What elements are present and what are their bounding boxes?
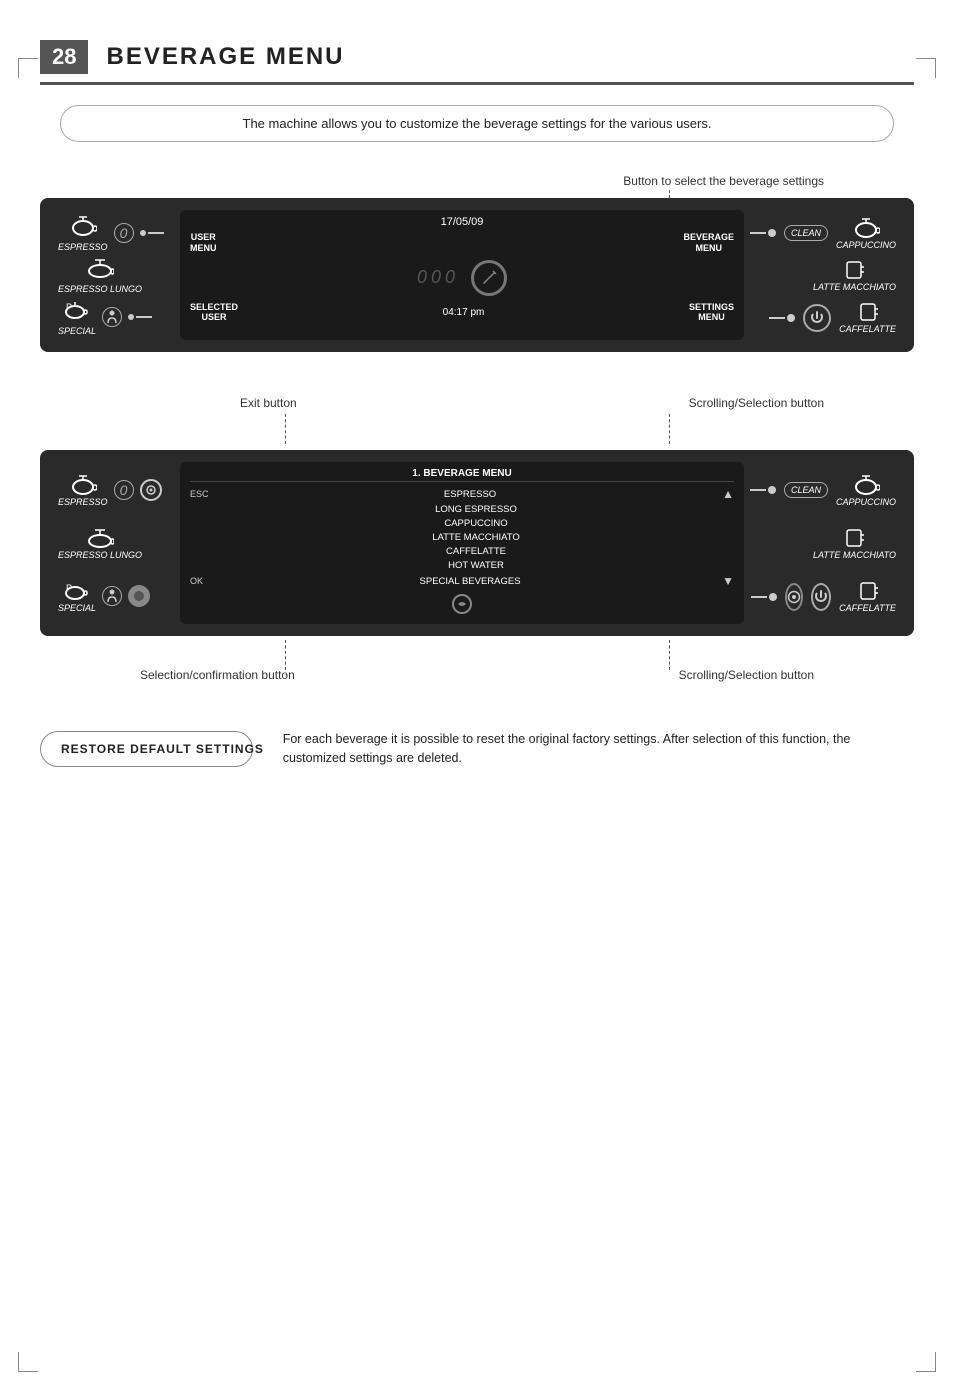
espresso-item[interactable]: ESPRESSO (58, 214, 108, 252)
restore-section: RESTORE DEFAULT SETTINGS For each bevera… (40, 730, 914, 768)
description-text: The machine allows you to customize the … (243, 116, 712, 131)
svg-text:P: P (66, 583, 72, 593)
latte-macchiato-label: LATTE MACCHIATO (813, 282, 896, 292)
scroll-bottom-dashed-line (669, 640, 670, 670)
machine-menu-buttons: USERMENU BEVERAGEMENU (190, 232, 734, 254)
power-button-2[interactable] (811, 583, 831, 611)
scroll-bottom-label: Scrolling/Selection button (679, 668, 814, 682)
espresso-icon (69, 214, 97, 240)
caffelatte-label: CAFFELATTE (839, 324, 896, 334)
special-item[interactable]: P SPECIAL (58, 298, 96, 336)
page-title: BEVERAGE MENU (106, 43, 344, 71)
beverage-menu-btn[interactable]: BEVERAGEMENU (683, 232, 734, 254)
cappuccino-label: CAPPUCCINO (836, 240, 896, 250)
section2: Exit button Scrolling/Selection button E… (0, 392, 954, 680)
machine-left-panel: ESPRESSO 0 ESPRESSO LUNGO P SPE (50, 210, 180, 340)
exit-button[interactable] (140, 479, 162, 501)
arrow-up-icon: ▲ (722, 487, 734, 501)
power-button-1[interactable] (803, 304, 831, 332)
selected-user-btn[interactable]: SELECTEDUSER (190, 302, 238, 324)
machine-center-bottom-1: SELECTEDUSER 04:17 pm SETTINGSMENU (190, 302, 734, 324)
exit-dashed-line (285, 414, 286, 444)
corner-tr (916, 58, 936, 78)
espresso-lungo-icon (86, 256, 114, 282)
corner-br (916, 1352, 936, 1372)
special-icon: P (63, 298, 91, 324)
scroll-button-right[interactable] (785, 583, 803, 611)
clean-button-2[interactable]: CLEAN (784, 482, 828, 498)
menu-title: 1. BEVERAGE MENU (190, 468, 734, 482)
zero-icon-2: 0 (114, 480, 134, 500)
machine-diagram-1: ESPRESSO 0 ESPRESSO LUNGO P SPE (40, 198, 914, 352)
confirm-label: Selection/confirmation button (140, 668, 295, 682)
menu-row-cappuccino[interactable]: CAPPUCCINO (190, 517, 734, 530)
annotation-row-top: Exit button Scrolling/Selection button (40, 392, 914, 442)
cappuccino-item[interactable]: CAPPUCCINO (836, 216, 896, 250)
svg-text:P: P (66, 302, 72, 312)
special-label: SPECIAL (58, 326, 96, 336)
menu-row-espresso[interactable]: ESC ESPRESSO ▲ (190, 486, 734, 502)
annotation-row-bottom: Selection/confirmation button Scrolling/… (40, 640, 914, 680)
menu-row-latte-macchiato[interactable]: LATTE MACCHIATO (190, 531, 734, 544)
page-header: 28 BEVERAGE MENU (40, 40, 914, 85)
machine-right-panel: CLEAN CAPPUCCINO LATTE MACCHIATO (744, 210, 904, 340)
dot-line-1 (140, 230, 164, 236)
machine-center-icons-1: 0 0 0 (190, 260, 734, 296)
clean-button[interactable]: CLEAN (784, 225, 828, 241)
person-icon-1 (102, 307, 122, 327)
exit-button-label: Exit button (240, 396, 297, 410)
machine-right-panel-2: CLEAN CAPPUCCINO LATTE MACCHIATO (744, 462, 904, 624)
user-menu-btn[interactable]: USERMENU (190, 232, 217, 254)
menu-row-caffelatte[interactable]: CAFFELATTE (190, 545, 734, 558)
zero-icon-1: 0 (114, 223, 134, 243)
corner-bl (18, 1352, 38, 1372)
espresso-lungo-item-2[interactable]: ESPRESSO LUNGO (58, 526, 142, 560)
page-number: 28 (40, 40, 88, 74)
esc-key: ESC (190, 489, 218, 499)
annotation-top-label: Button to select the beverage settings (623, 174, 824, 188)
latte-macchiato-item[interactable]: LATTE MACCHIATO (813, 260, 896, 292)
machine-date: 17/05/09 (190, 216, 734, 228)
scroll-top-label: Scrolling/Selection button (689, 396, 824, 410)
menu-row-hot-water[interactable]: HOT WATER (190, 559, 734, 572)
dot-line-4 (769, 314, 795, 322)
restore-default-button[interactable]: RESTORE DEFAULT SETTINGS (40, 731, 253, 767)
espresso-lungo-label: ESPRESSO LUNGO (58, 284, 142, 294)
confirm-dashed-line-bottom (285, 640, 286, 670)
latte-macchiato-item-2[interactable]: LATTE MACCHIATO (813, 528, 896, 560)
corner-tl (18, 58, 38, 78)
restore-description: For each beverage it is possible to rese… (283, 730, 914, 768)
machine-time: 04:17 pm (238, 307, 689, 318)
arrow-down-icon: ▼ (722, 574, 734, 588)
circle-edit-icon (471, 260, 507, 296)
caffelatte-item-2[interactable]: CAFFELATTE (839, 581, 896, 613)
cappuccino-label-2: CAPPUCCINO (836, 497, 896, 507)
menu-display: 1. BEVERAGE MENU ESC ESPRESSO ▲ LONG ESP… (180, 462, 744, 624)
espresso-label: ESPRESSO (58, 242, 108, 252)
machine-center-display-1: 17/05/09 USERMENU BEVERAGEMENU 0 0 0 SEL… (180, 210, 744, 340)
description-box: The machine allows you to customize the … (60, 105, 894, 142)
ok-key: OK (190, 576, 218, 586)
machine-diagram-2: ESPRESSO 0 ESPRESSO LUNGO P SPECIAL (40, 450, 914, 636)
menu-row-special[interactable]: OK SPECIAL BEVERAGES ▼ (190, 573, 734, 589)
espresso-item-2[interactable]: ESPRESSO (58, 473, 108, 507)
menu-bottom-icon (190, 593, 734, 618)
person-icon-2 (102, 586, 122, 606)
caffelatte-item[interactable]: CAFFELATTE (839, 302, 896, 334)
settings-menu-btn[interactable]: SETTINGSMENU (689, 302, 734, 324)
espresso-lungo-item[interactable]: ESPRESSO LUNGO (58, 256, 142, 294)
scroll-top-dashed-line (669, 414, 670, 444)
confirm-button[interactable] (128, 585, 150, 607)
machine-left-panel-2: ESPRESSO 0 ESPRESSO LUNGO P SPECIAL (50, 462, 180, 624)
menu-row-long-espresso[interactable]: LONG ESPRESSO (190, 503, 734, 516)
dot-line-2 (128, 314, 152, 320)
cappuccino-item-2[interactable]: CAPPUCCINO (836, 473, 896, 507)
special-item-2[interactable]: P SPECIAL (58, 579, 96, 613)
dot-line-3 (750, 229, 776, 237)
